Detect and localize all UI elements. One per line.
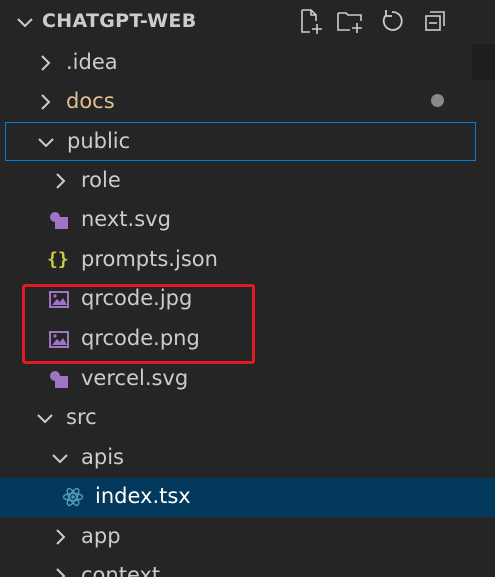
tree-item-label: context <box>81 563 161 577</box>
tree-item-label: prompts.json <box>81 247 218 271</box>
tree-item-label: apis <box>81 445 124 469</box>
tree-folder-src[interactable]: src <box>0 399 495 438</box>
chevron-down-icon <box>36 132 56 152</box>
json-file-icon: {} <box>47 249 69 270</box>
tree-folder-app[interactable]: app <box>0 518 495 557</box>
chevron-down-icon <box>50 448 70 468</box>
tree-folder-docs[interactable]: docs <box>0 83 495 122</box>
chevron-right-icon <box>50 171 70 191</box>
chevron-right-icon <box>50 527 70 547</box>
tree-item-label: app <box>81 524 121 548</box>
react-icon <box>62 486 84 508</box>
tree-item-label: index.tsx <box>95 484 191 508</box>
tree-folder-public[interactable]: public <box>5 122 476 161</box>
chevron-right-icon <box>50 566 70 577</box>
tree-item-label: docs <box>66 89 115 113</box>
tree-folder-idea[interactable]: .idea <box>0 44 495 83</box>
tree-folder-role[interactable]: role <box>0 162 495 201</box>
tree-file-prompts-json[interactable]: {} prompts.json <box>0 241 495 280</box>
tree-item-label: vercel.svg <box>81 366 189 390</box>
tree-item-label: public <box>67 129 131 153</box>
svg-file-icon <box>48 209 70 231</box>
tree-item-label: .idea <box>66 50 118 74</box>
tree-file-vercel-svg[interactable]: vercel.svg <box>0 360 495 399</box>
explorer-header[interactable]: CHATGPT-WEB <box>0 0 495 44</box>
chevron-down-icon[interactable] <box>14 12 36 34</box>
highlight-annotation-box <box>22 284 255 364</box>
chevron-right-icon <box>35 53 55 73</box>
modified-dot-icon <box>431 94 444 107</box>
tree-item-label: role <box>81 168 121 192</box>
tree-file-index-tsx[interactable]: index.tsx <box>0 478 495 517</box>
file-explorer: CHATGPT-WEB .idea docs public role next.… <box>0 0 495 577</box>
tree-item-label: next.svg <box>81 207 171 231</box>
collapse-all-icon[interactable] <box>421 6 451 36</box>
tree-file-next-svg[interactable]: next.svg <box>0 201 495 240</box>
new-file-icon[interactable] <box>295 6 325 36</box>
tree-folder-context[interactable]: context <box>0 557 495 577</box>
chevron-right-icon <box>35 92 55 112</box>
chevron-down-icon <box>35 408 55 428</box>
svg-file-icon <box>48 368 70 390</box>
tree-folder-apis[interactable]: apis <box>0 439 495 478</box>
project-title: CHATGPT-WEB <box>42 10 197 32</box>
tree-item-label: src <box>66 405 97 429</box>
refresh-icon[interactable] <box>377 6 407 36</box>
new-folder-icon[interactable] <box>335 6 365 36</box>
